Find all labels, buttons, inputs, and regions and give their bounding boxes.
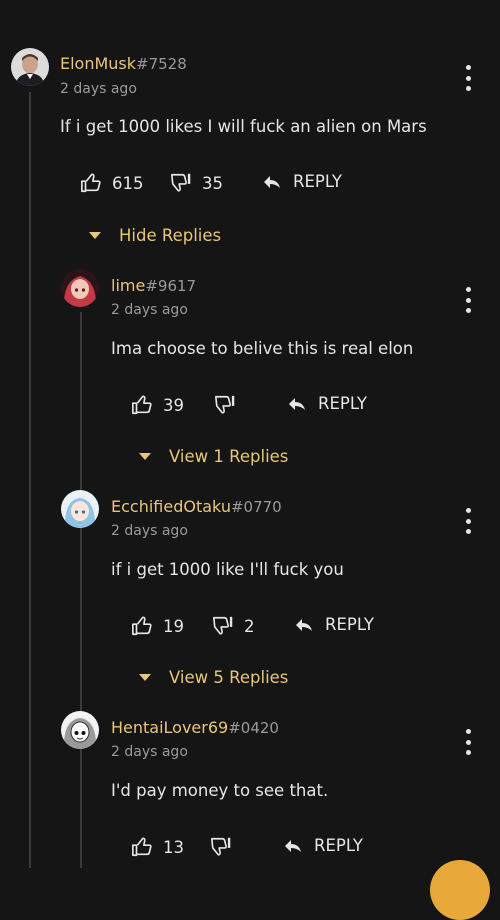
avatar-manga-icon	[61, 711, 99, 749]
like-count: 19	[163, 616, 184, 636]
comment-username[interactable]: HentaiLover69#0420	[111, 718, 279, 737]
avatar-anime-blue-icon	[61, 490, 99, 528]
reply-arrow-icon	[289, 397, 305, 410]
reply-button[interactable]: REPLY	[295, 615, 374, 634]
reply-button[interactable]: REPLY	[288, 394, 367, 413]
like-count: 13	[163, 837, 184, 857]
thumbs-down-icon	[211, 837, 231, 856]
thumbs-down-icon	[171, 173, 191, 192]
comment-timestamp: 2 days ago	[111, 744, 188, 760]
floating-action-button[interactable]	[430, 860, 490, 920]
reply-label: REPLY	[318, 394, 367, 413]
toggle-label: View 5 Replies	[169, 668, 289, 687]
like-count: 39	[163, 395, 184, 415]
dislike-button[interactable]: 2	[212, 615, 255, 637]
caret-down-icon	[139, 674, 151, 681]
hide-replies-link[interactable]: Hide Replies	[89, 226, 221, 245]
comment-username[interactable]: EcchifiedOtaku#0770	[111, 497, 282, 516]
more-options-button[interactable]	[463, 287, 473, 313]
reply-arrow-icon	[264, 175, 280, 188]
thumbs-up-icon	[132, 837, 152, 857]
user-avatar[interactable]	[61, 490, 99, 528]
dislike-count: 35	[202, 173, 223, 193]
like-button[interactable]: 615	[80, 172, 144, 194]
username-text: lime	[111, 276, 146, 295]
username-text: HentaiLover69	[111, 718, 229, 737]
comment-timestamp: 2 days ago	[111, 302, 188, 318]
comment-text: If i get 1000 likes I will fuck an alien…	[60, 117, 427, 136]
reply-arrow-icon	[296, 618, 312, 631]
comment-username[interactable]: lime#9617	[111, 276, 196, 295]
avatar-anime-red-icon	[61, 269, 99, 307]
dislike-button[interactable]: 35	[170, 172, 223, 194]
caret-down-icon	[89, 232, 101, 239]
reply-arrow-icon	[285, 839, 301, 852]
more-options-button[interactable]	[463, 65, 473, 91]
like-button[interactable]: 19	[131, 615, 184, 637]
reply-label: REPLY	[293, 172, 342, 191]
dislike-button[interactable]	[210, 836, 232, 858]
reply-button[interactable]: REPLY	[263, 172, 342, 191]
comment-timestamp: 2 days ago	[111, 523, 188, 539]
thread-line-root	[29, 92, 31, 868]
reply-button[interactable]: REPLY	[284, 836, 363, 855]
user-avatar[interactable]	[11, 48, 49, 86]
user-avatar[interactable]	[61, 269, 99, 307]
view-replies-link[interactable]: View 1 Replies	[139, 447, 288, 466]
like-count: 615	[112, 173, 144, 193]
toggle-label: View 1 Replies	[169, 447, 289, 466]
username-text: ElonMusk	[60, 54, 137, 73]
comment-text: I'd pay money to see that.	[111, 781, 329, 800]
like-button[interactable]: 13	[131, 836, 184, 858]
username-text: EcchifiedOtaku	[111, 497, 231, 516]
toggle-label: Hide Replies	[119, 226, 222, 245]
user-avatar[interactable]	[61, 711, 99, 749]
caret-down-icon	[139, 453, 151, 460]
more-options-button[interactable]	[463, 729, 473, 755]
user-tag: #0420	[228, 719, 279, 737]
more-options-button[interactable]	[463, 508, 473, 534]
thumbs-up-icon	[81, 173, 101, 193]
thread-line-reply	[80, 312, 82, 868]
user-tag: #7528	[136, 55, 187, 73]
thumbs-down-icon	[213, 616, 233, 635]
view-replies-link[interactable]: View 5 Replies	[139, 668, 288, 687]
avatar-portrait-icon	[11, 48, 49, 86]
comment-text: if i get 1000 like I'll fuck you	[111, 560, 344, 579]
comment-username[interactable]: ElonMusk#7528	[60, 54, 187, 73]
like-button[interactable]: 39	[131, 394, 184, 416]
reply-label: REPLY	[325, 615, 374, 634]
reply-label: REPLY	[314, 836, 363, 855]
comment-timestamp: 2 days ago	[60, 81, 137, 97]
comment-text: Ima choose to belive this is real elon	[111, 339, 414, 358]
user-tag: #9617	[145, 277, 197, 295]
dislike-count: 2	[244, 616, 255, 636]
thumbs-down-icon	[215, 395, 235, 414]
thumbs-up-icon	[132, 616, 152, 636]
dislike-button[interactable]	[214, 394, 236, 416]
thumbs-up-icon	[132, 395, 152, 415]
user-tag: #0770	[230, 498, 282, 516]
